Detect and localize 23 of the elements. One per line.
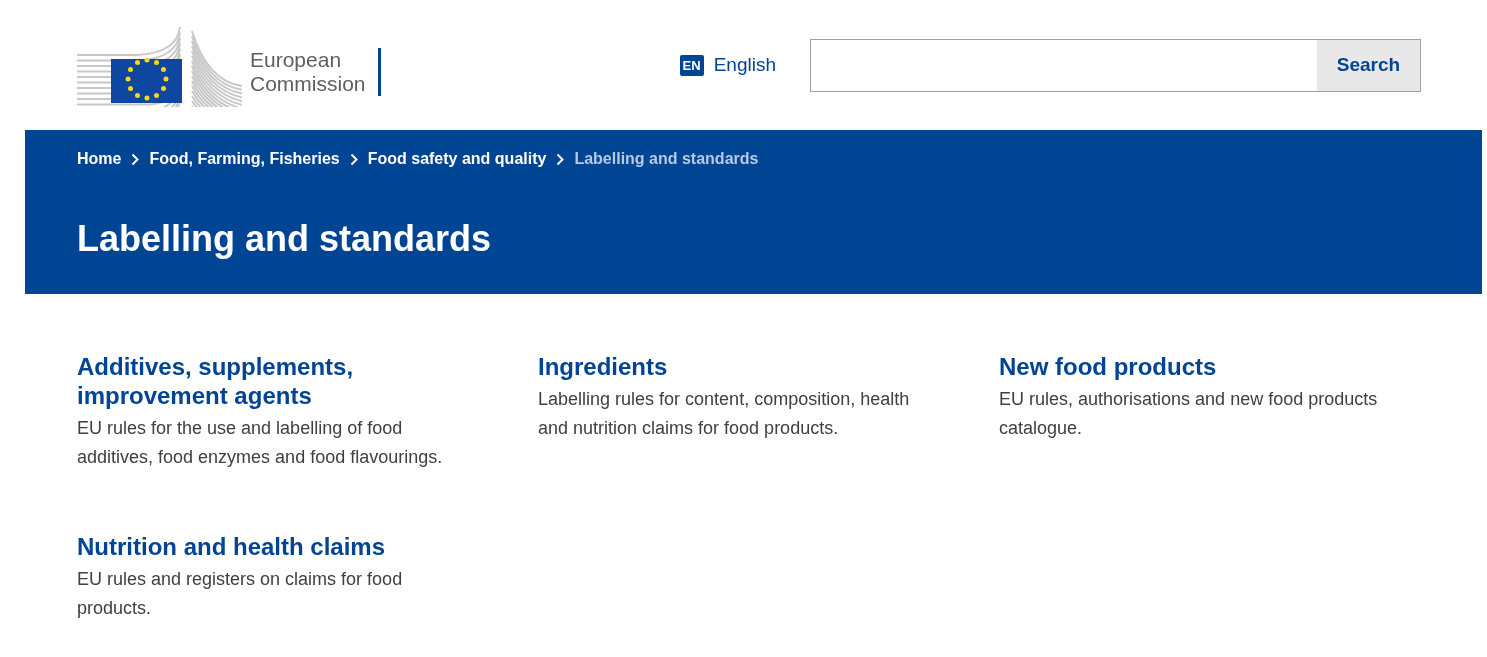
logo-text: Commission	[250, 72, 366, 96]
logo-text: European	[250, 48, 343, 72]
topic-description: EU rules, authorisations and new food products catalogue.	[999, 388, 1379, 440]
logo-divider	[377, 48, 381, 96]
chevron-icon	[556, 152, 565, 166]
topic-link[interactable]: Additives, supplements, improvement agents	[77, 352, 538, 410]
topic-link[interactable]: Nutrition and health claims	[77, 532, 538, 561]
chevron-icon	[131, 152, 140, 166]
language-link[interactable]: English	[713, 54, 776, 76]
breadcrumb-link[interactable]: Food, Farming, Fisheries	[149, 150, 340, 168]
topic-description: EU rules and registers on claims for food products.	[77, 568, 404, 620]
search-button[interactable]: Search	[1317, 39, 1420, 91]
page-title: Labelling and standards	[77, 217, 493, 260]
breadcrumb-link[interactable]: Home	[77, 150, 122, 168]
language-badge[interactable]: EN	[679, 54, 704, 76]
chevron-icon	[349, 152, 358, 166]
search-field[interactable]: Search	[810, 38, 1421, 92]
topic-link[interactable]: Ingredients	[538, 352, 999, 381]
breadcrumb-link[interactable]: Food safety and quality	[367, 150, 547, 168]
topic-description: Labelling rules for content, composition, health and nutrition claims for food products.	[538, 388, 911, 440]
topic-description: EU rules for the use and labelling of food additives, food enzymes and food flavourings.	[77, 417, 444, 469]
breadcrumb-current[interactable]: Labelling and standards	[574, 150, 759, 168]
topic-link[interactable]: New food products	[999, 352, 1460, 381]
